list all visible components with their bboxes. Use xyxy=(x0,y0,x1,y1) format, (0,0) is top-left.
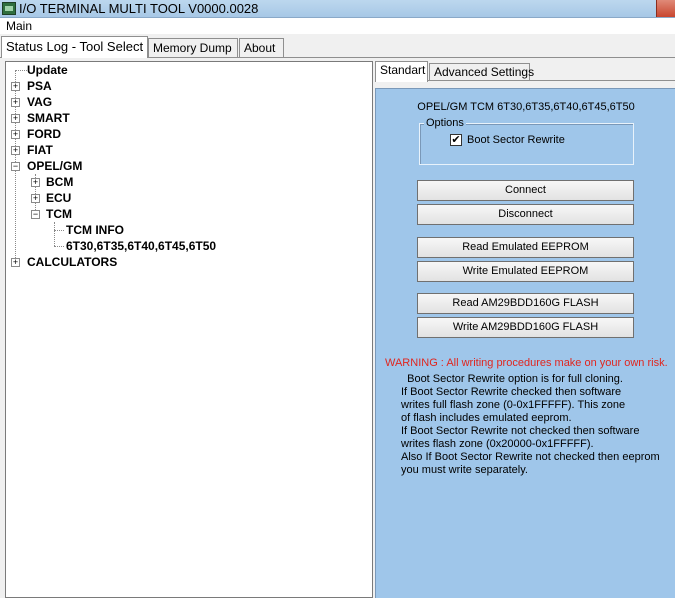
expand-icon[interactable]: + xyxy=(11,258,20,267)
connect-button[interactable]: Connect xyxy=(417,180,634,201)
tree-item-vag[interactable]: VAG xyxy=(27,94,52,110)
write-eeprom-button[interactable]: Write Emulated EEPROM xyxy=(417,261,634,282)
boot-sector-label[interactable]: Boot Sector Rewrite xyxy=(467,134,565,146)
title-bar: I/O TERMINAL MULTI TOOL V0000.0028 xyxy=(0,0,675,18)
tab-status-log[interactable]: Status Log - Tool Select xyxy=(1,36,148,58)
tree-connector xyxy=(54,246,64,247)
tree-item-calculators[interactable]: CALCULATORS xyxy=(27,254,117,270)
tree-item-smart[interactable]: SMART xyxy=(27,110,70,126)
menu-main[interactable]: Main xyxy=(6,19,32,33)
tree-item-psa[interactable]: PSA xyxy=(27,78,52,94)
tree-item-opel-gm[interactable]: OPEL/GM xyxy=(27,158,82,174)
tool-panel: OPEL/GM TCM 6T30,6T35,6T40,6T45,6T50 Opt… xyxy=(375,88,675,598)
app-icon xyxy=(2,2,16,15)
info-line: of flash includes emulated eeprom. xyxy=(401,412,572,424)
tree-connector xyxy=(15,70,27,71)
tree-item-tcm-info[interactable]: TCM INFO xyxy=(66,222,124,238)
device-tree: Update + PSA + VAG + SMART + FORD + FIAT… xyxy=(5,61,373,598)
boot-sector-checkbox[interactable]: ✔ xyxy=(450,134,462,146)
tree-item-tcm-models[interactable]: 6T30,6T35,6T40,6T45,6T50 xyxy=(66,238,216,254)
tab-advanced-settings[interactable]: Advanced Settings xyxy=(429,63,534,81)
expand-icon[interactable]: + xyxy=(11,98,20,107)
tab-about[interactable]: About xyxy=(239,38,284,57)
close-button[interactable] xyxy=(656,0,675,17)
read-eeprom-button[interactable]: Read Emulated EEPROM xyxy=(417,237,634,258)
tree-connector xyxy=(54,230,64,231)
tab-memory-dump[interactable]: Memory Dump xyxy=(148,38,238,57)
tree-item-update[interactable]: Update xyxy=(27,62,68,78)
info-line: Boot Sector Rewrite option is for full c… xyxy=(401,373,623,385)
expand-icon[interactable]: + xyxy=(11,82,20,91)
window-title: I/O TERMINAL MULTI TOOL V0000.0028 xyxy=(19,1,259,16)
info-line: Also If Boot Sector Rewrite not checked … xyxy=(401,451,660,463)
collapse-icon[interactable]: − xyxy=(11,162,20,171)
info-line: If Boot Sector Rewrite not checked then … xyxy=(401,425,640,437)
info-text: Boot Sector Rewrite option is for full c… xyxy=(401,373,660,477)
write-flash-button[interactable]: Write AM29BDD160G FLASH xyxy=(417,317,634,338)
info-line: writes flash zone (0x20000-0x1FFFFF). xyxy=(401,438,594,450)
tree-item-bcm[interactable]: BCM xyxy=(46,174,73,190)
warning-text: WARNING : All writing procedures make on… xyxy=(385,357,668,369)
options-label: Options xyxy=(424,117,466,129)
expand-icon[interactable]: + xyxy=(11,114,20,123)
expand-icon[interactable]: + xyxy=(11,146,20,155)
main-tabs: Status Log - Tool Select Memory Dump Abo… xyxy=(0,36,675,58)
info-line: you must write separately. xyxy=(401,464,528,476)
tree-connector xyxy=(54,222,55,246)
tree-item-tcm[interactable]: TCM xyxy=(46,206,72,222)
tree-item-ecu[interactable]: ECU xyxy=(46,190,71,206)
expand-icon[interactable]: + xyxy=(31,194,40,203)
expand-icon[interactable]: + xyxy=(31,178,40,187)
read-flash-button[interactable]: Read AM29BDD160G FLASH xyxy=(417,293,634,314)
info-line: If Boot Sector Rewrite checked then soft… xyxy=(401,386,622,398)
tab-standart[interactable]: Standart xyxy=(375,61,428,82)
collapse-icon[interactable]: − xyxy=(31,210,40,219)
expand-icon[interactable]: + xyxy=(11,130,20,139)
disconnect-button[interactable]: Disconnect xyxy=(417,204,634,225)
info-line: writes full flash zone (0-0x1FFFFF). Thi… xyxy=(401,399,626,411)
menu-bar: Main xyxy=(0,18,675,34)
tree-item-ford[interactable]: FORD xyxy=(27,126,61,142)
settings-tabs: Standart Advanced Settings xyxy=(375,61,675,82)
module-heading: OPEL/GM TCM 6T30,6T35,6T40,6T45,6T50 xyxy=(417,101,635,113)
tree-item-fiat[interactable]: FIAT xyxy=(27,142,53,158)
